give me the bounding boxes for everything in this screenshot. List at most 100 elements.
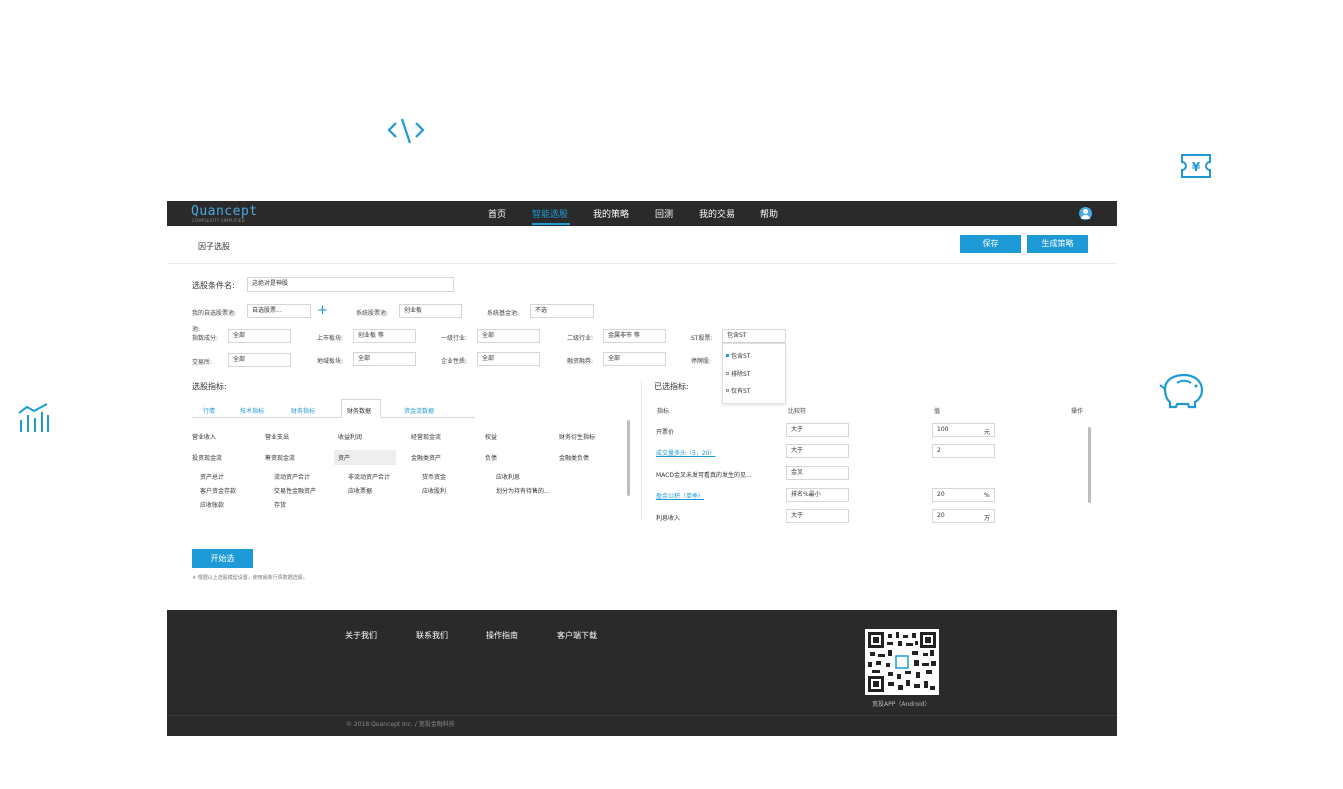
index-select[interactable]: 全部 xyxy=(228,329,291,343)
st-option-exclude[interactable]: 排除ST xyxy=(726,369,750,378)
margin-select[interactable]: 全部 xyxy=(603,352,666,366)
category-operating-cashflow[interactable]: 经营现金流 xyxy=(411,432,441,441)
category-financial-liabilities[interactable]: 金融类负债 xyxy=(559,453,589,462)
exchange-select[interactable]: 全部 xyxy=(228,353,291,367)
item-notes-receivable[interactable]: 应收票据 xyxy=(348,486,372,495)
chart-bars-icon xyxy=(17,402,51,434)
sys-fund-label: 系统基金池: xyxy=(487,310,520,317)
brand-tagline: COMPLEXITY SIMPLIFIED xyxy=(192,218,245,223)
footer-about-link[interactable]: 关于我们 xyxy=(345,630,377,641)
selected-row-unit: 万 xyxy=(984,515,991,522)
my-pool-label: 我的自选股票池: xyxy=(192,310,237,317)
item-noncurrent-assets[interactable]: 非流动资产合计 xyxy=(348,472,390,481)
selected-list-scrollbar[interactable] xyxy=(1088,427,1091,503)
st-option-include[interactable]: 包含ST xyxy=(726,351,750,360)
nav-help[interactable]: 帮助 xyxy=(760,207,778,220)
listing-select[interactable]: 创业板 等 xyxy=(353,329,416,343)
category-financial-assets[interactable]: 金融类资产 xyxy=(411,453,441,462)
nav-home[interactable]: 首页 xyxy=(488,207,506,220)
region-select[interactable]: 全部 xyxy=(353,352,416,366)
sys-pool-label: 系统股票池: xyxy=(356,310,389,317)
item-dividends-receivable[interactable]: 应收股利 xyxy=(422,486,446,495)
selected-section-label: 已选指标: xyxy=(654,382,689,391)
nav-my-trades[interactable]: 我的交易 xyxy=(699,207,735,220)
tab-financial-indicators[interactable]: 财务指标 xyxy=(291,406,315,415)
indicator-list-scrollbar[interactable] xyxy=(627,420,630,496)
nav-smart-stock-picking[interactable]: 智能选股 xyxy=(532,207,568,220)
my-pool-select[interactable]: 自选股票... xyxy=(247,304,311,318)
nav-backtest[interactable]: 回测 xyxy=(655,207,673,220)
category-investing-cashflow[interactable]: 投资现金流 xyxy=(192,453,222,462)
item-inventory[interactable]: 存货 xyxy=(274,500,286,509)
pool-label-wrap: 池: xyxy=(192,326,201,333)
sys-fund-select[interactable]: 不选 xyxy=(530,304,594,318)
footer-guide-link[interactable]: 操作指南 xyxy=(486,630,518,641)
selected-row-comparator[interactable]: 排名%最小 xyxy=(786,488,849,502)
industry2-select[interactable]: 金属非市 等 xyxy=(603,329,666,343)
run-note: ✳ 根据以上选股模型设置，使用最新行情数据选股。 xyxy=(192,575,308,581)
selected-row-value[interactable]: 2 xyxy=(932,444,995,458)
nav-active-indicator xyxy=(532,223,570,225)
selected-row-comparator[interactable]: 大于 xyxy=(786,509,849,523)
category-financing-cashflow[interactable]: 筹资现金流 xyxy=(265,453,295,462)
industry1-select[interactable]: 全部 xyxy=(477,329,540,343)
item-current-assets[interactable]: 流动资产合计 xyxy=(274,472,310,481)
st-select[interactable]: 包含ST xyxy=(722,329,786,343)
indicators-section-label: 选股指标: xyxy=(192,382,227,391)
selected-row-comparator[interactable]: 大于 xyxy=(786,423,849,437)
header-divider xyxy=(167,263,1117,264)
selected-row-name-link[interactable]: 成交量多头（5，20） xyxy=(656,448,715,457)
selected-row-name-link[interactable]: 盈余公积（单季） xyxy=(656,491,704,500)
tab-fund-flow[interactable]: 资金流数据 xyxy=(404,406,434,415)
selected-row-comparator[interactable]: 金叉 xyxy=(786,466,849,480)
footer-contact-link[interactable]: 联系我们 xyxy=(416,630,448,641)
col-header-indicator: 指标 xyxy=(657,408,670,415)
category-liabilities[interactable]: 负债 xyxy=(485,453,497,462)
category-profit[interactable]: 收益利润 xyxy=(338,432,362,441)
footer-download-link[interactable]: 客户端下载 xyxy=(557,630,597,641)
code-icon xyxy=(386,116,426,146)
industry2-label: 二级行业: xyxy=(567,335,594,342)
qr-code-image xyxy=(865,629,939,695)
selected-row-unit: 元 xyxy=(984,429,991,436)
item-accounts-receivable[interactable]: 应收账款 xyxy=(200,500,224,509)
company-select[interactable]: 全部 xyxy=(477,352,540,366)
nav-my-strategies[interactable]: 我的策略 xyxy=(593,207,629,220)
selected-row-name: 开票价 xyxy=(656,429,675,436)
item-cash[interactable]: 货币资金 xyxy=(422,472,446,481)
start-selection-button[interactable]: 开始选 xyxy=(192,549,253,568)
tab-technical[interactable]: 技术指标 xyxy=(240,406,264,415)
industry1-label: 一级行业: xyxy=(441,335,468,342)
tabs-baseline xyxy=(192,417,475,418)
col-header-action: 操作 xyxy=(1071,408,1084,415)
category-revenue[interactable]: 营业收入 xyxy=(192,432,216,441)
item-total-assets[interactable]: 资产总计 xyxy=(200,472,224,481)
user-avatar-icon[interactable] xyxy=(1079,207,1092,220)
tab-financial-data[interactable]: 财务数据 xyxy=(347,406,371,415)
st-option-only[interactable]: 仅有ST xyxy=(726,386,750,395)
category-expenses[interactable]: 营业支出 xyxy=(265,432,289,441)
item-client-deposits[interactable]: 客户资金存款 xyxy=(200,486,236,495)
app-window: Quancept COMPLEXITY SIMPLIFIED 首页 智能选股 我… xyxy=(167,201,1117,736)
st-label: ST股票: xyxy=(691,335,713,342)
col-header-comparator: 比较符 xyxy=(788,408,807,415)
item-interest-receivable[interactable]: 应收利息 xyxy=(496,472,520,481)
save-button[interactable]: 保存 xyxy=(960,235,1021,253)
brand-logo[interactable]: Quancept xyxy=(191,204,258,219)
item-trading-assets[interactable]: 交易性金融资产 xyxy=(274,486,316,495)
suspend-label: 停牌股: xyxy=(691,358,712,365)
add-pool-icon[interactable]: + xyxy=(317,304,328,317)
sys-pool-select[interactable]: 创业板 xyxy=(399,304,462,318)
category-equity[interactable]: 权益 xyxy=(485,432,497,441)
selected-row-comparator[interactable]: 大于 xyxy=(786,444,849,458)
tab-market[interactable]: 行情 xyxy=(203,406,215,415)
page-title: 因子选股 xyxy=(198,242,230,251)
generate-strategy-button[interactable]: 生成策略 xyxy=(1027,235,1088,253)
item-held-for-sale[interactable]: 划分为持有待售的... xyxy=(496,486,550,495)
category-assets[interactable]: 资产 xyxy=(338,453,350,462)
category-derived-indicators[interactable]: 财务衍生指标 xyxy=(559,432,595,441)
region-label: 地域板块: xyxy=(317,358,344,365)
copyright-text: © 2018 Quancept Inc. / 宽投金融科技 xyxy=(346,721,455,728)
top-navbar: Quancept COMPLEXITY SIMPLIFIED 首页 智能选股 我… xyxy=(167,201,1117,226)
condition-name-input[interactable]: 这绝对是神股 xyxy=(247,277,454,292)
